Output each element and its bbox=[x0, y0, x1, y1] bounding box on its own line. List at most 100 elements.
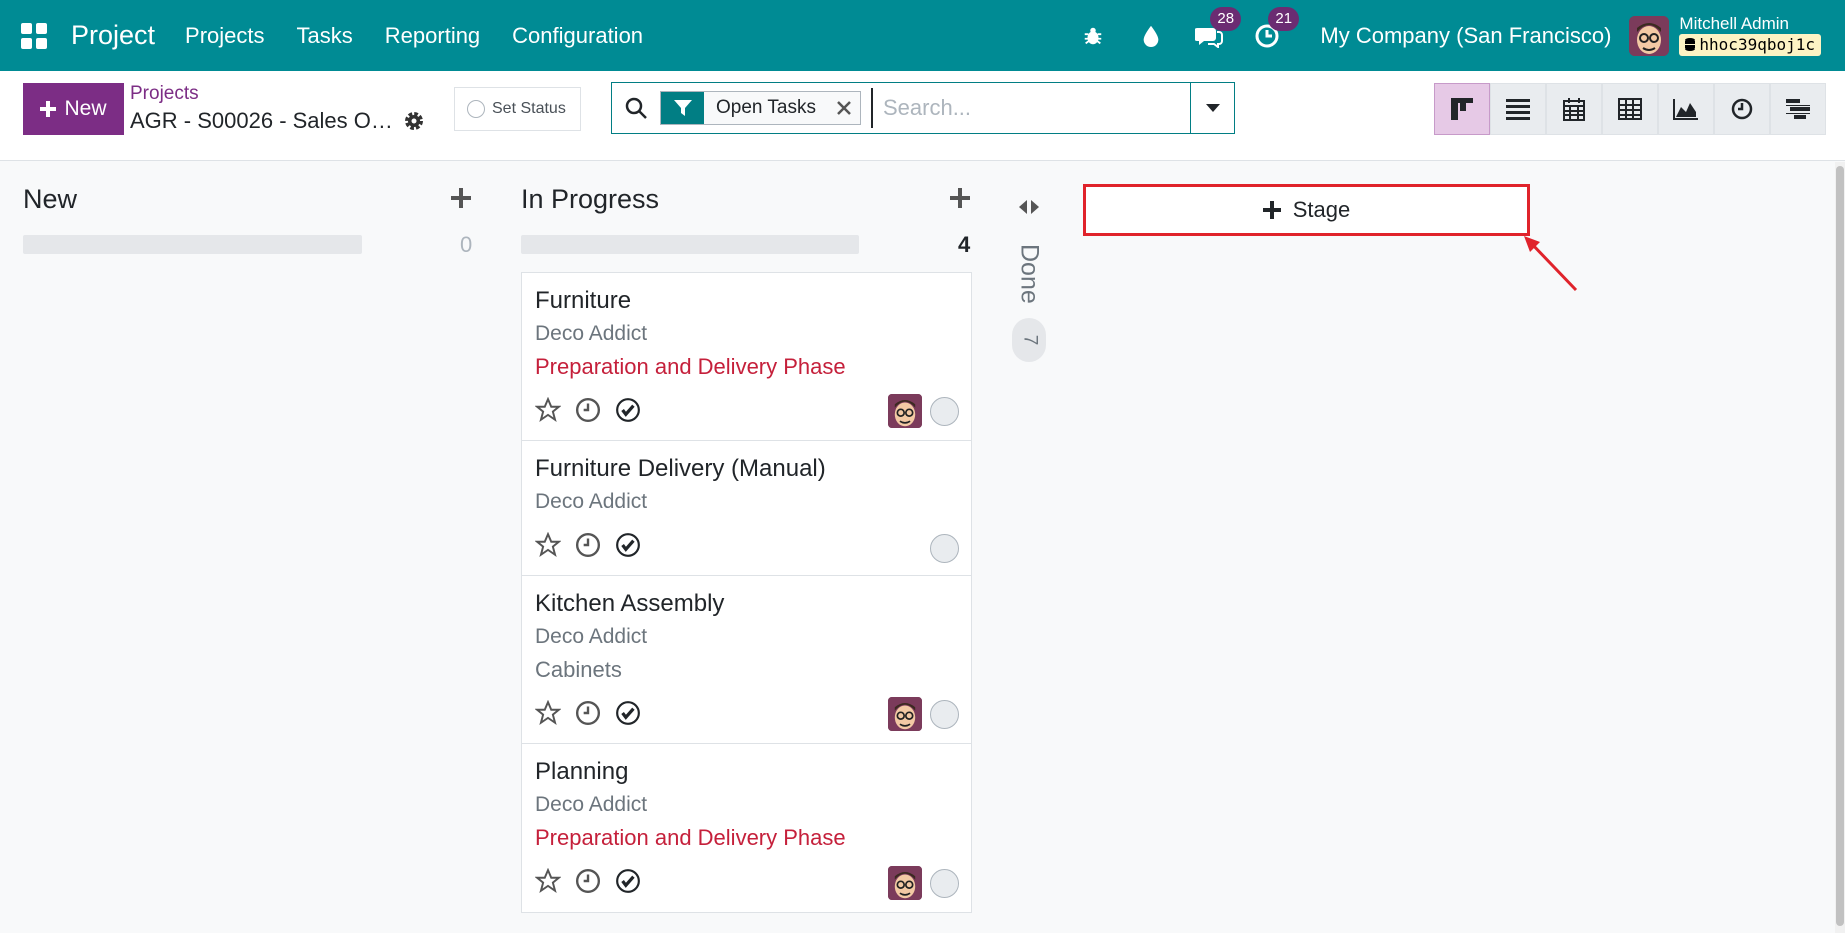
folded-column-done[interactable]: Done 7 bbox=[1010, 198, 1048, 362]
set-status-button[interactable]: Set Status bbox=[454, 87, 581, 131]
clock-icon[interactable] bbox=[575, 700, 601, 726]
kanban-state-icon[interactable] bbox=[930, 396, 959, 426]
add-stage-label: Stage bbox=[1292, 197, 1351, 222]
column-new-plus-icon[interactable] bbox=[451, 188, 475, 212]
folded-column-title[interactable]: Done bbox=[1015, 244, 1044, 304]
search-bar: Open Tasks bbox=[611, 82, 1235, 134]
status-circle-icon bbox=[467, 100, 485, 118]
check-circle-icon[interactable] bbox=[615, 397, 641, 423]
new-button-label: New bbox=[64, 97, 107, 120]
activities-badge: 21 bbox=[1268, 6, 1300, 31]
task-card[interactable]: Kitchen Assembly Deco Addict Cabinets bbox=[522, 576, 971, 744]
card-title: Furniture bbox=[535, 287, 632, 314]
scroll-thumb[interactable] bbox=[1836, 166, 1844, 926]
progress-bar-in-progress[interactable] bbox=[521, 235, 859, 254]
unfold-arrows-icon[interactable] bbox=[1017, 198, 1041, 216]
column-in-progress-plus-icon[interactable] bbox=[950, 188, 974, 212]
column-title-in-progress: In Progress bbox=[521, 184, 660, 214]
activity-view-icon[interactable] bbox=[1714, 83, 1770, 135]
new-button[interactable]: New bbox=[23, 83, 124, 135]
task-card[interactable]: Planning Deco Addict Preparation and Del… bbox=[522, 744, 971, 912]
assignee-avatar[interactable] bbox=[888, 394, 922, 428]
menu-tasks[interactable]: Tasks bbox=[281, 23, 369, 49]
breadcrumb-projects[interactable]: Projects bbox=[130, 80, 395, 107]
control-panel: New Projects AGR - S00026 - Sales Order … bbox=[0, 71, 1845, 161]
card-list: Furniture Deco Addict Preparation and De… bbox=[521, 272, 972, 913]
view-switcher bbox=[1434, 83, 1826, 135]
check-circle-icon[interactable] bbox=[615, 700, 641, 726]
star-icon[interactable] bbox=[535, 700, 561, 726]
messages-badge: 28 bbox=[1210, 6, 1242, 31]
menu-reporting[interactable]: Reporting bbox=[369, 23, 496, 49]
card-title: Kitchen Assembly bbox=[535, 590, 725, 617]
clock-icon[interactable] bbox=[575, 532, 601, 558]
card-customer: Deco Addict bbox=[535, 625, 648, 648]
gear-icon[interactable] bbox=[402, 109, 426, 133]
column-count-new: 0 bbox=[460, 232, 473, 257]
search-icon[interactable] bbox=[612, 83, 660, 133]
task-card[interactable]: Furniture Delivery (Manual) Deco Addict bbox=[522, 441, 971, 576]
card-customer: Deco Addict bbox=[535, 322, 648, 345]
breadcrumb-current: AGR - S00026 - Sales Order bbox=[130, 108, 395, 134]
database-name: hhoc39qboj1c bbox=[1699, 34, 1815, 54]
card-customer: Deco Addict bbox=[535, 793, 648, 816]
graph-view-icon[interactable] bbox=[1658, 83, 1714, 135]
kanban-view-icon[interactable] bbox=[1434, 83, 1490, 135]
progress-bar-new[interactable] bbox=[23, 235, 362, 254]
star-icon[interactable] bbox=[535, 868, 561, 894]
facet-label: Open Tasks bbox=[704, 92, 828, 124]
annotation-arrow-icon bbox=[1524, 236, 1578, 292]
card-title: Furniture Delivery (Manual) bbox=[535, 455, 826, 482]
column-title-new: New bbox=[23, 184, 78, 214]
kanban-state-icon[interactable] bbox=[930, 868, 959, 898]
user-name: Mitchell Admin bbox=[1679, 13, 1790, 33]
star-icon[interactable] bbox=[535, 532, 561, 558]
bug-icon[interactable] bbox=[1078, 21, 1108, 51]
search-input[interactable] bbox=[870, 88, 1190, 128]
activity-clock-icon[interactable]: 21 bbox=[1252, 6, 1300, 51]
menu-projects[interactable]: Projects bbox=[169, 23, 280, 49]
drop-icon[interactable] bbox=[1136, 21, 1166, 51]
list-view-icon[interactable] bbox=[1490, 83, 1546, 135]
assignee-avatar[interactable] bbox=[888, 697, 922, 731]
star-icon[interactable] bbox=[535, 397, 561, 423]
kanban-state-icon[interactable] bbox=[930, 699, 959, 729]
top-navbar: Project Projects Tasks Reporting Configu… bbox=[0, 0, 1845, 71]
close-icon[interactable] bbox=[827, 92, 860, 124]
search-facet: Open Tasks bbox=[660, 91, 861, 125]
plus-icon bbox=[40, 101, 57, 117]
company-switcher[interactable]: My Company (San Francisco) bbox=[1320, 23, 1611, 49]
breadcrumb: Projects AGR - S00026 - Sales Order bbox=[130, 80, 395, 134]
user-avatar bbox=[1629, 15, 1670, 56]
kanban-state-icon[interactable] bbox=[930, 534, 959, 563]
scrollbar[interactable] bbox=[1835, 162, 1845, 933]
plus-icon bbox=[1262, 201, 1281, 219]
card-tag: Cabinets bbox=[535, 657, 622, 682]
card-tag: Preparation and Delivery Phase bbox=[535, 825, 846, 850]
clock-icon[interactable] bbox=[575, 868, 601, 894]
check-circle-icon[interactable] bbox=[615, 532, 641, 558]
task-card[interactable]: Furniture Deco Addict Preparation and De… bbox=[522, 273, 971, 441]
user-menu[interactable]: Mitchell Admin hhoc39qboj1c bbox=[1629, 14, 1821, 58]
card-customer: Deco Addict bbox=[535, 490, 648, 513]
folded-column-count: 7 bbox=[1012, 317, 1046, 362]
column-count-in-progress: 4 bbox=[958, 232, 971, 257]
clock-icon[interactable] bbox=[575, 397, 601, 423]
menu-configuration[interactable]: Configuration bbox=[496, 23, 659, 49]
database-badge: hhoc39qboj1c bbox=[1679, 33, 1821, 56]
calendar-view-icon[interactable] bbox=[1546, 83, 1602, 135]
filter-icon bbox=[661, 92, 704, 124]
assignee-avatar[interactable] bbox=[888, 866, 922, 900]
chat-icon[interactable]: 28 bbox=[1194, 6, 1242, 51]
pivot-view-icon[interactable] bbox=[1602, 83, 1658, 135]
check-circle-icon[interactable] bbox=[615, 868, 641, 894]
add-stage-button[interactable]: Stage bbox=[1083, 184, 1530, 236]
app-title[interactable]: Project bbox=[71, 20, 155, 51]
database-icon bbox=[1685, 38, 1696, 52]
card-tag: Preparation and Delivery Phase bbox=[535, 354, 846, 379]
gantt-view-icon[interactable] bbox=[1770, 83, 1826, 135]
set-status-label: Set Status bbox=[492, 100, 566, 117]
caret-down-icon[interactable] bbox=[1190, 83, 1234, 133]
app-grid-icon[interactable] bbox=[21, 22, 47, 49]
card-title: Planning bbox=[535, 758, 629, 785]
